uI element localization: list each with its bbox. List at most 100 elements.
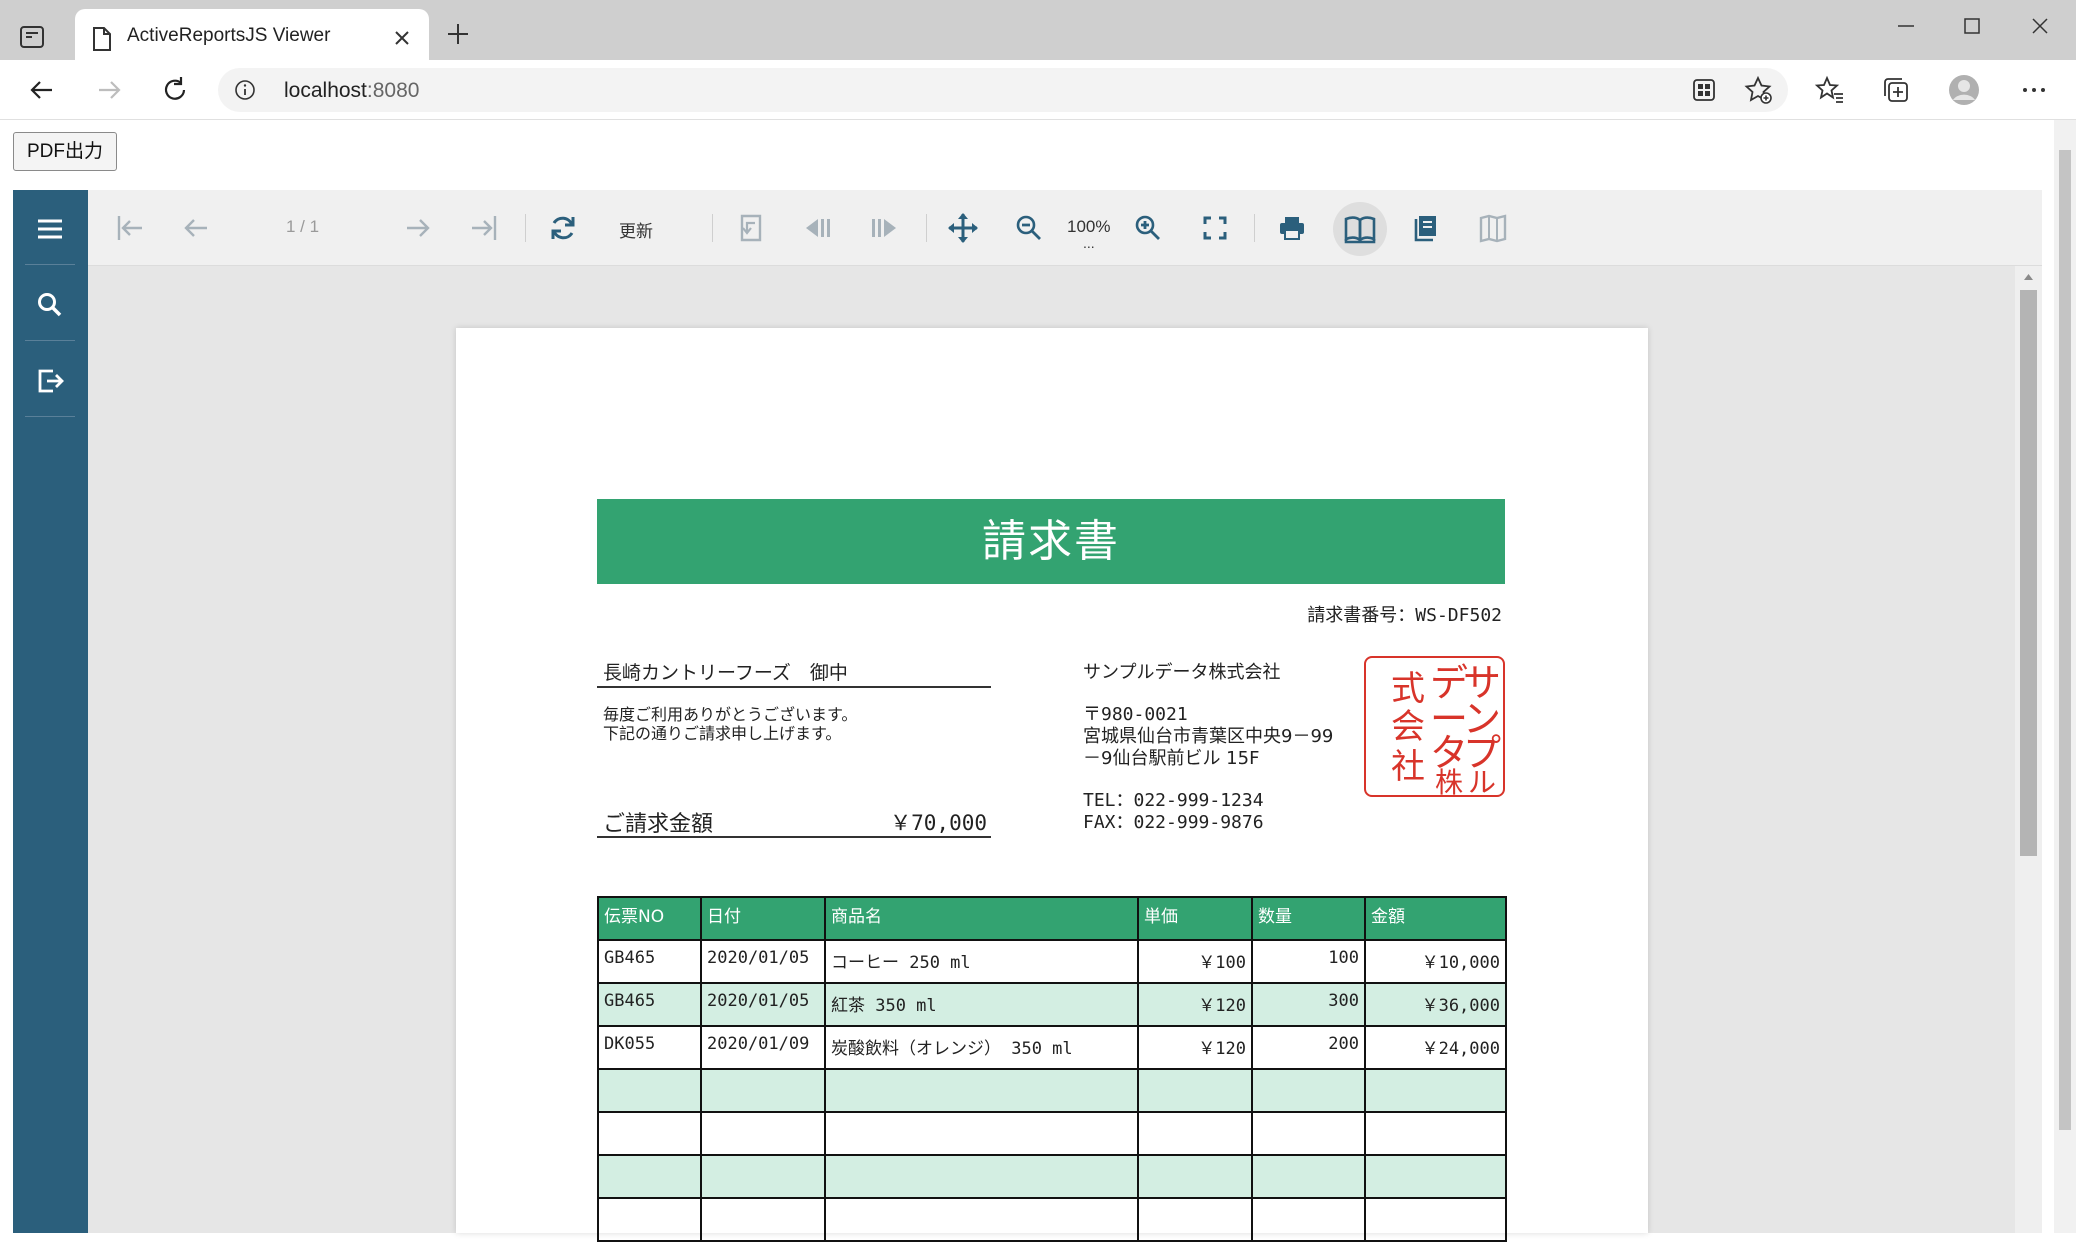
sidebar-divider (25, 264, 75, 265)
more-options-icon[interactable] (2018, 74, 2050, 106)
seal-graphic: サンプル データ株 式会社 (1391, 661, 1501, 795)
url-text: localhost:8080 (284, 79, 419, 103)
toolbar-divider (926, 214, 927, 242)
zoom-more[interactable]: ... (1083, 235, 1095, 251)
svg-text:会: 会 (1391, 707, 1425, 747)
galley-mode-icon[interactable] (1473, 208, 1513, 248)
table-cell (824, 1111, 1139, 1156)
minimize-icon[interactable] (1892, 12, 1920, 40)
page-indicator[interactable]: 1 / 1 (286, 217, 319, 237)
page-scrollbar[interactable] (2054, 120, 2076, 1233)
table-cell (1137, 1154, 1253, 1199)
zoom-level[interactable]: 100% (1067, 217, 1110, 237)
viewer-scrollbar[interactable] (2015, 266, 2042, 1233)
app-available-icon[interactable] (1688, 74, 1720, 106)
seal-lettering: サンプル データ株 式会社 (1391, 661, 1501, 795)
add-favorite-icon[interactable] (1742, 74, 1774, 106)
menu-icon[interactable] (25, 204, 75, 254)
scrollbar-thumb[interactable] (2020, 290, 2037, 856)
scroll-up-icon[interactable] (2023, 272, 2034, 282)
sidebar-divider (25, 416, 75, 417)
continuous-mode-icon[interactable] (1407, 208, 1447, 248)
table-cell: GB465 (597, 939, 702, 984)
svg-text:株: 株 (1435, 766, 1463, 795)
table-cell: 炭酸飲料（オレンジ） 350 ml (824, 1025, 1139, 1070)
table-cell (1364, 1068, 1507, 1113)
table-cell (597, 1111, 702, 1156)
table-cell (824, 1154, 1139, 1199)
table-row: GB465 2020/01/05 紅茶 350 ml ￥120 300 ￥36,… (597, 982, 1507, 1027)
browser-tab[interactable]: ActiveReportsJS Viewer (75, 9, 429, 60)
table-cell (824, 1197, 1139, 1242)
document-icon (91, 26, 113, 52)
table-row (597, 1068, 1507, 1113)
pdf-export-button[interactable]: PDF出力 (13, 132, 117, 171)
parent-report-icon[interactable] (731, 208, 771, 248)
zoom-out-icon[interactable] (1009, 208, 1049, 248)
browser-tab-bar: ActiveReportsJS Viewer (0, 0, 2076, 60)
print-icon[interactable] (1272, 208, 1312, 248)
close-window-icon[interactable] (2026, 12, 2054, 40)
table-cell: ￥10,000 (1364, 939, 1507, 984)
table-cell: コーヒー 250 ml (824, 939, 1139, 984)
pan-mode-icon[interactable] (943, 208, 983, 248)
close-tab-icon[interactable] (391, 27, 413, 49)
first-page-icon[interactable] (110, 208, 150, 248)
page-scrollbar-thumb[interactable] (2059, 150, 2071, 1130)
maximize-icon[interactable] (1958, 12, 1986, 40)
address-bar-row: localhost:8080 (0, 60, 2076, 120)
fullscreen-icon[interactable] (1195, 208, 1235, 248)
profile-avatar-icon[interactable] (1948, 74, 1980, 106)
table-cell: 2020/01/09 (700, 1025, 826, 1070)
refresh-icon[interactable] (543, 208, 583, 248)
previous-page-icon[interactable] (176, 208, 216, 248)
table-cell: ￥24,000 (1364, 1025, 1507, 1070)
zoom-in-icon[interactable] (1128, 208, 1168, 248)
report-viewer: 1 / 1 更新 100% ... 請求書 請求書番号：WS-DF502 長崎カ… (13, 190, 2042, 1242)
table-cell (597, 1154, 702, 1199)
export-icon[interactable] (25, 356, 75, 406)
table-cell (700, 1111, 826, 1156)
forward-icon[interactable] (93, 74, 125, 106)
table-cell: 200 (1251, 1025, 1366, 1070)
last-page-icon[interactable] (464, 208, 504, 248)
new-tab-icon[interactable] (444, 20, 472, 48)
total-amount-value: ￥70,000 (890, 811, 987, 835)
table-cell: 2020/01/05 (700, 982, 826, 1027)
table-cell (1364, 1154, 1507, 1199)
reload-icon[interactable] (159, 74, 191, 106)
back-icon[interactable] (26, 74, 58, 106)
greeting-line-2: 下記の通りご請求申し上げます。 (603, 724, 842, 743)
search-icon[interactable] (25, 280, 75, 330)
tab-title: ActiveReportsJS Viewer (127, 25, 331, 46)
table-cell: ￥100 (1137, 939, 1253, 984)
table-cell: ￥36,000 (1364, 982, 1507, 1027)
address-line-2: －9仙台駅前ビル 15F (1083, 748, 1260, 769)
history-back-icon[interactable] (798, 208, 838, 248)
table-cell: ￥120 (1137, 1025, 1253, 1070)
fax: FAX：022-999-9876 (1083, 812, 1264, 833)
site-info-icon[interactable] (234, 79, 256, 101)
column-header: 単価 (1137, 896, 1253, 941)
refresh-button[interactable]: 更新 (619, 217, 653, 242)
tab-actions-icon[interactable] (18, 22, 58, 52)
toolbar-divider (1254, 214, 1255, 242)
collections-icon[interactable] (1880, 74, 1912, 106)
svg-text:式: 式 (1391, 669, 1425, 709)
report-title: 請求書 (597, 499, 1505, 584)
single-page-mode-icon[interactable] (1333, 202, 1387, 256)
table-cell (700, 1197, 826, 1242)
history-forward-icon[interactable] (864, 208, 904, 248)
favorites-icon[interactable] (1814, 74, 1846, 106)
url-field[interactable]: localhost:8080 (218, 68, 1788, 112)
table-cell: 2020/01/05 (700, 939, 826, 984)
next-page-icon[interactable] (398, 208, 438, 248)
table-row (597, 1111, 1507, 1156)
url-host: localhost (284, 79, 367, 102)
table-row (597, 1197, 1507, 1242)
svg-text:ル: ル (1468, 766, 1496, 795)
total-amount-label: ご請求金額 (603, 812, 714, 837)
customer-name: 長崎カントリーフーズ 御中 (597, 658, 991, 688)
invoice-table: 伝票NO 日付 商品名 単価 数量 金額 GB465 2020/01/05 コー… (597, 896, 1507, 1242)
table-cell (1137, 1111, 1253, 1156)
